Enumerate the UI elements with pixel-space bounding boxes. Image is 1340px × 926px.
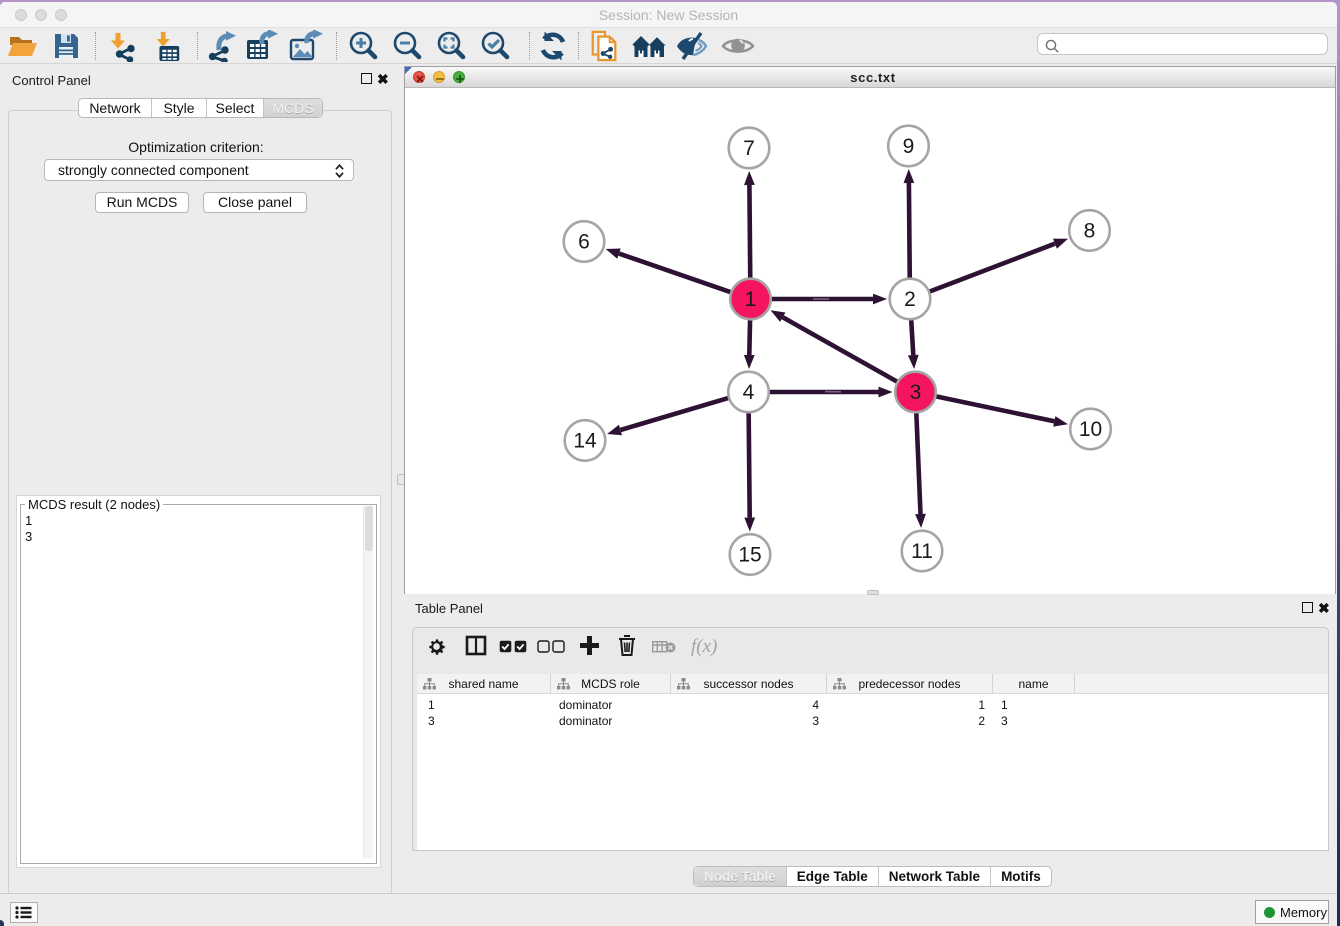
svg-text:6: 6 xyxy=(578,231,590,254)
svg-text:15: 15 xyxy=(738,544,761,567)
svg-text:10: 10 xyxy=(1079,418,1102,441)
svg-text:11: 11 xyxy=(911,540,933,563)
svg-text:2: 2 xyxy=(904,288,916,311)
svg-text:4: 4 xyxy=(743,381,755,404)
svg-text:3: 3 xyxy=(910,381,922,404)
svg-text:7: 7 xyxy=(743,137,755,160)
svg-text:1: 1 xyxy=(745,288,757,311)
svg-text:9: 9 xyxy=(903,135,915,158)
svg-text:14: 14 xyxy=(573,430,597,453)
svg-text:8: 8 xyxy=(1084,220,1096,243)
